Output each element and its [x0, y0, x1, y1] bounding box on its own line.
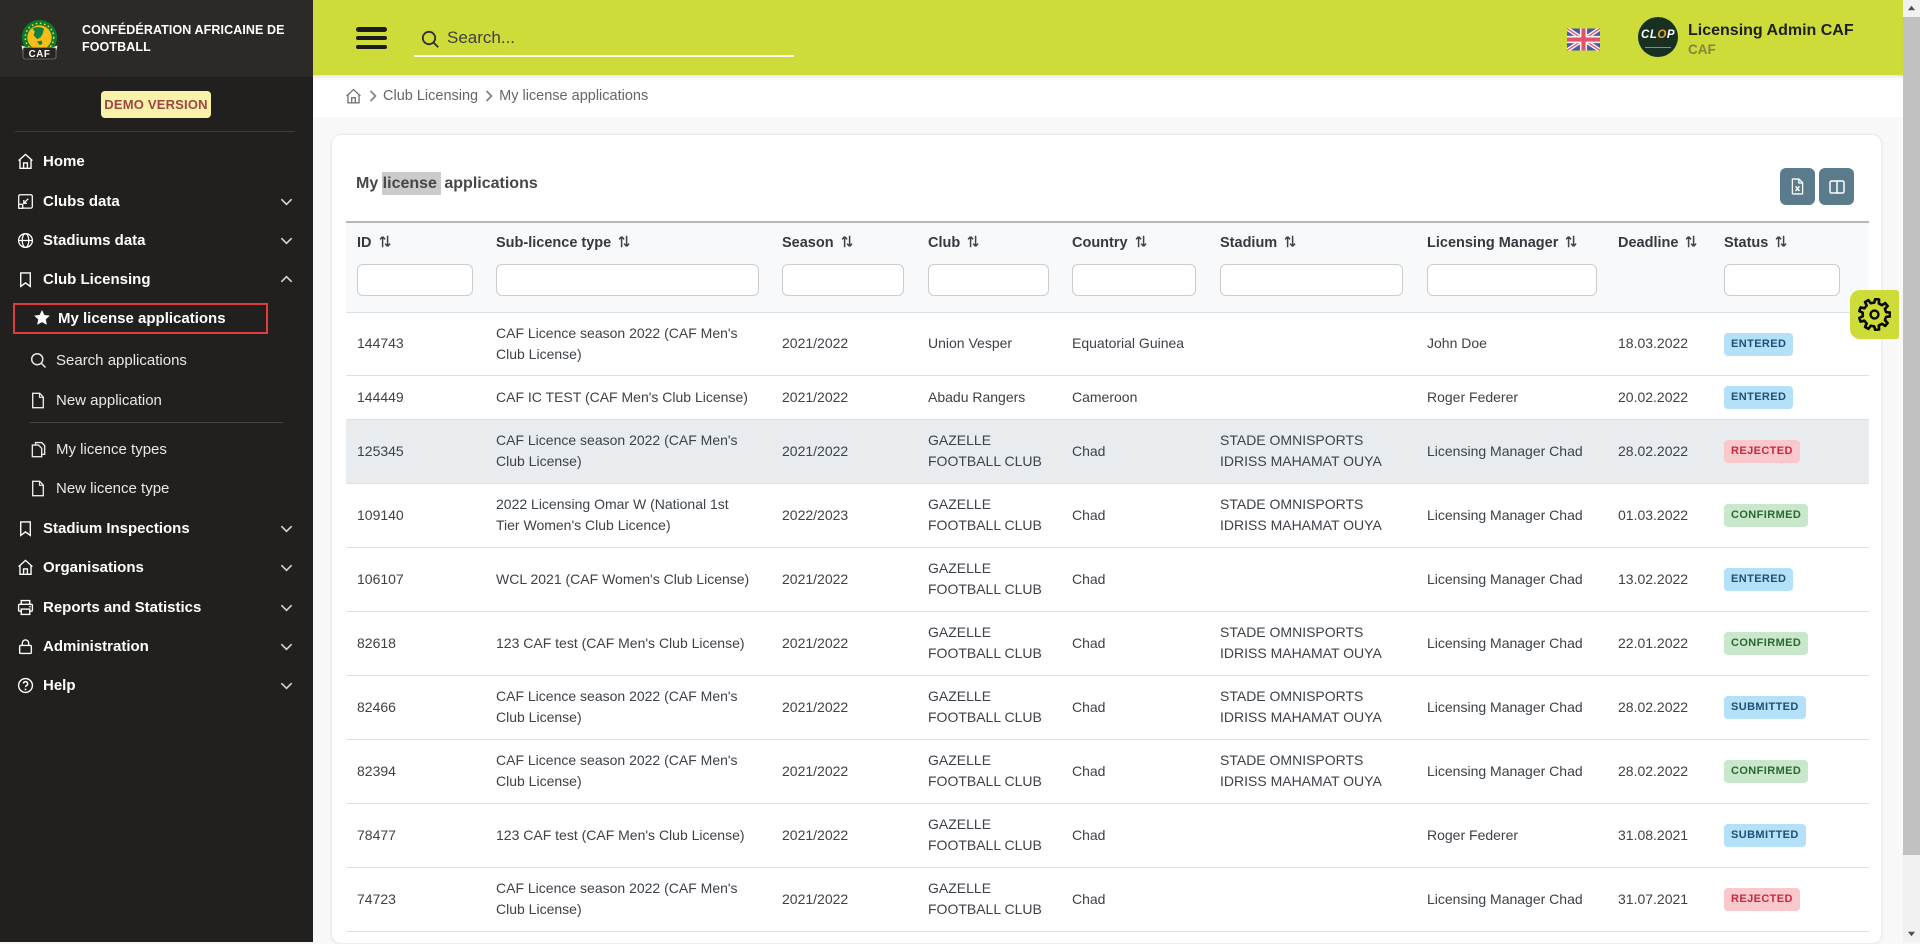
svg-text:CAF: CAF [29, 49, 51, 60]
